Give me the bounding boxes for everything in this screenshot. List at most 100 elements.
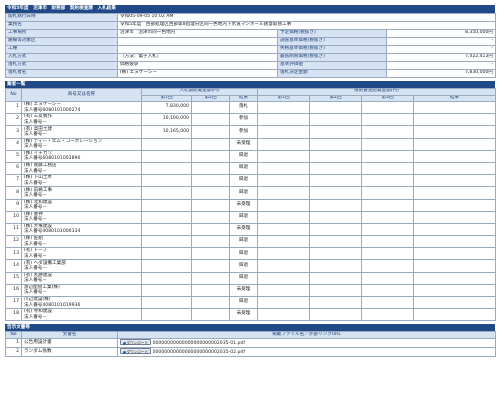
- score-round2: [309, 161, 362, 176]
- download-icon: [122, 341, 126, 345]
- score-result: [413, 149, 496, 163]
- info-value: -: [386, 61, 496, 70]
- bid-amount-round1: [141, 137, 192, 151]
- score-round1: [257, 174, 310, 188]
- doc-no: 2: [5, 346, 22, 357]
- score-round3: [361, 137, 414, 151]
- score-round2: [309, 100, 362, 115]
- bidder-name-cell: (有) 三友製作 法人番号－: [21, 113, 142, 127]
- score-result: [413, 222, 496, 237]
- table-row: 4 (株) ティー・エム・コーポレーション 法人番号－ 未受理: [5, 137, 496, 151]
- bid-result: 未受理: [229, 137, 258, 151]
- table-row: 16 渡辺配管工業(株) 法人番号－ 未受理: [5, 283, 496, 298]
- score-round1: [257, 271, 310, 285]
- info-label: 路線等対象区: [5, 37, 118, 46]
- bid-amount-round2: [191, 100, 230, 115]
- bidder-name-cell: 渡辺配管工業(株) 法人番号－: [21, 283, 142, 298]
- bid-amount-round1: [141, 149, 192, 163]
- bidder-name-cell: (株) 後藤工務店 法人番号－: [21, 161, 142, 176]
- page: 令和5年度 沼津市 財務部 契約検査課 入札結果 開札執行日時 令和05-09-0…: [5, 5, 496, 357]
- bid-amount-round2: [191, 125, 230, 139]
- info-value: -: [386, 45, 496, 54]
- bidder-name-cell: (株) 北和建設 法人番号－: [21, 198, 142, 212]
- table-row: 11 (株) 大塚建設 法人番号4080101000334 未受理: [5, 222, 496, 237]
- info-label: 入札方式: [5, 53, 118, 62]
- bidder-corp-number: 法人番号－: [24, 131, 47, 137]
- bidder-name-cell: (有) 寺和建設 法人番号－: [21, 308, 142, 322]
- bid-result: 辞退: [229, 295, 258, 310]
- download-button[interactable]: ダウンロード: [120, 339, 151, 346]
- bid-result: 未受理: [229, 222, 258, 237]
- score-round1: [257, 161, 310, 176]
- score-round1: [257, 198, 310, 212]
- info-row: 開札執行日時 令和05-09-05 10:02 AM: [5, 13, 496, 22]
- bid-result: 落札: [229, 100, 258, 115]
- score-round2: [309, 308, 362, 322]
- download-button[interactable]: ダウンロード: [120, 348, 151, 355]
- table-row: 1 (株) エヌケーシー 法人番号6080101000274 7,830,000 落札: [5, 100, 496, 115]
- download-label: ダウンロード: [126, 341, 149, 346]
- bid-result: 辞退: [229, 161, 258, 176]
- score-result: [413, 271, 496, 285]
- page-title: 令和5年度 沼津市 財務部 契約検査課 入札結果: [5, 5, 495, 13]
- score-round3: [361, 113, 414, 127]
- bidder-corp-number: 法人番号－: [24, 180, 47, 186]
- table-row: 10 (株) 豊神 法人番号－ 辞退: [5, 210, 496, 224]
- info-value: 価格競争: [117, 61, 278, 70]
- score-round2: [309, 222, 362, 237]
- bidder-no: 5: [5, 149, 22, 163]
- score-result: [413, 295, 496, 310]
- bid-amount-round2: [191, 186, 230, 200]
- col-no: No: [5, 88, 22, 102]
- bidder-corp-number: 法人番号4080101000334: [24, 229, 81, 235]
- bid-amount-round2: [191, 308, 230, 322]
- score-round3: [361, 186, 414, 200]
- bidder-name-cell: (株) 豊神 法人番号－: [21, 210, 142, 224]
- bid-result: 辞退: [229, 247, 258, 261]
- score-round1: [257, 100, 310, 115]
- score-round1: [257, 137, 310, 151]
- score-round1: [257, 295, 310, 310]
- score-round2: [309, 247, 362, 261]
- info-label: 開札執行日時: [5, 13, 118, 22]
- bid-amount-round1: [141, 259, 192, 273]
- bid-result: 未受理: [229, 283, 258, 298]
- score-round2: [309, 271, 362, 285]
- bidder-no: 15: [5, 271, 22, 285]
- bid-amount-round2: [191, 137, 230, 151]
- doc-file-link[interactable]: 00000000000000000000002035-01.pdf: [153, 341, 245, 346]
- bid-result: 辞退: [229, 271, 258, 285]
- table-row: 15 (有) 丸勝建設 法人番号－ 辞退: [5, 271, 496, 285]
- bid-amount-round1: [141, 161, 192, 176]
- doc-name: ランダム係数: [21, 346, 118, 357]
- download-label: ダウンロード: [126, 350, 149, 355]
- info-value: （方法：電子入札）: [117, 53, 278, 62]
- score-round2: [309, 113, 362, 127]
- bid-result: 辞退: [229, 174, 258, 188]
- score-round1: [257, 149, 310, 163]
- bidder-name-cell: (株) 大塚建設 法人番号4080101000334: [21, 222, 142, 237]
- info-label: 落札方式: [5, 61, 118, 70]
- bid-amount-round2: [191, 247, 230, 261]
- bidder-corp-number: 法人番号－: [24, 253, 47, 259]
- info-row: 工事場所 沼津市 沼津市同一色地内 予定価格(税抜き) 8,350,000円: [5, 29, 496, 38]
- bidders-table: No 商号又は名称 入札額記載金額(円) 技術審査記載金額(円) 第1回 第2回…: [5, 88, 496, 322]
- table-row: 6 (株) 後藤工務店 法人番号－ 辞退: [5, 161, 496, 176]
- doc-file-link[interactable]: 00000000000000000000002035-02.pdf: [153, 350, 245, 355]
- score-round3: [361, 125, 414, 139]
- table-row: 12 (株) 匠組 法人番号－ 辞退: [5, 235, 496, 249]
- bid-amount-round1: 7,830,000: [141, 100, 192, 115]
- bid-amount-round1: [141, 271, 192, 285]
- bid-result: 辞退: [229, 186, 258, 200]
- score-round3: [361, 247, 414, 261]
- contract-info-table: 開札執行日時 令和05-09-05 10:02 AM 業務名 令和5年度 西部処理区西…: [5, 13, 496, 78]
- info-label: 工事場所: [5, 29, 118, 38]
- bid-amount-round2: [191, 295, 230, 310]
- table-row: 7 (株) 下山土木 法人番号－ 辞退: [5, 174, 496, 188]
- bid-amount-round2: [191, 235, 230, 249]
- bid-amount-round2: [191, 210, 230, 224]
- bid-amount-round1: [141, 210, 192, 224]
- bid-amount-round1: [141, 295, 192, 310]
- bidder-name-cell: (株) 下山土木 法人番号－: [21, 174, 142, 188]
- bid-result: 辞退: [229, 235, 258, 249]
